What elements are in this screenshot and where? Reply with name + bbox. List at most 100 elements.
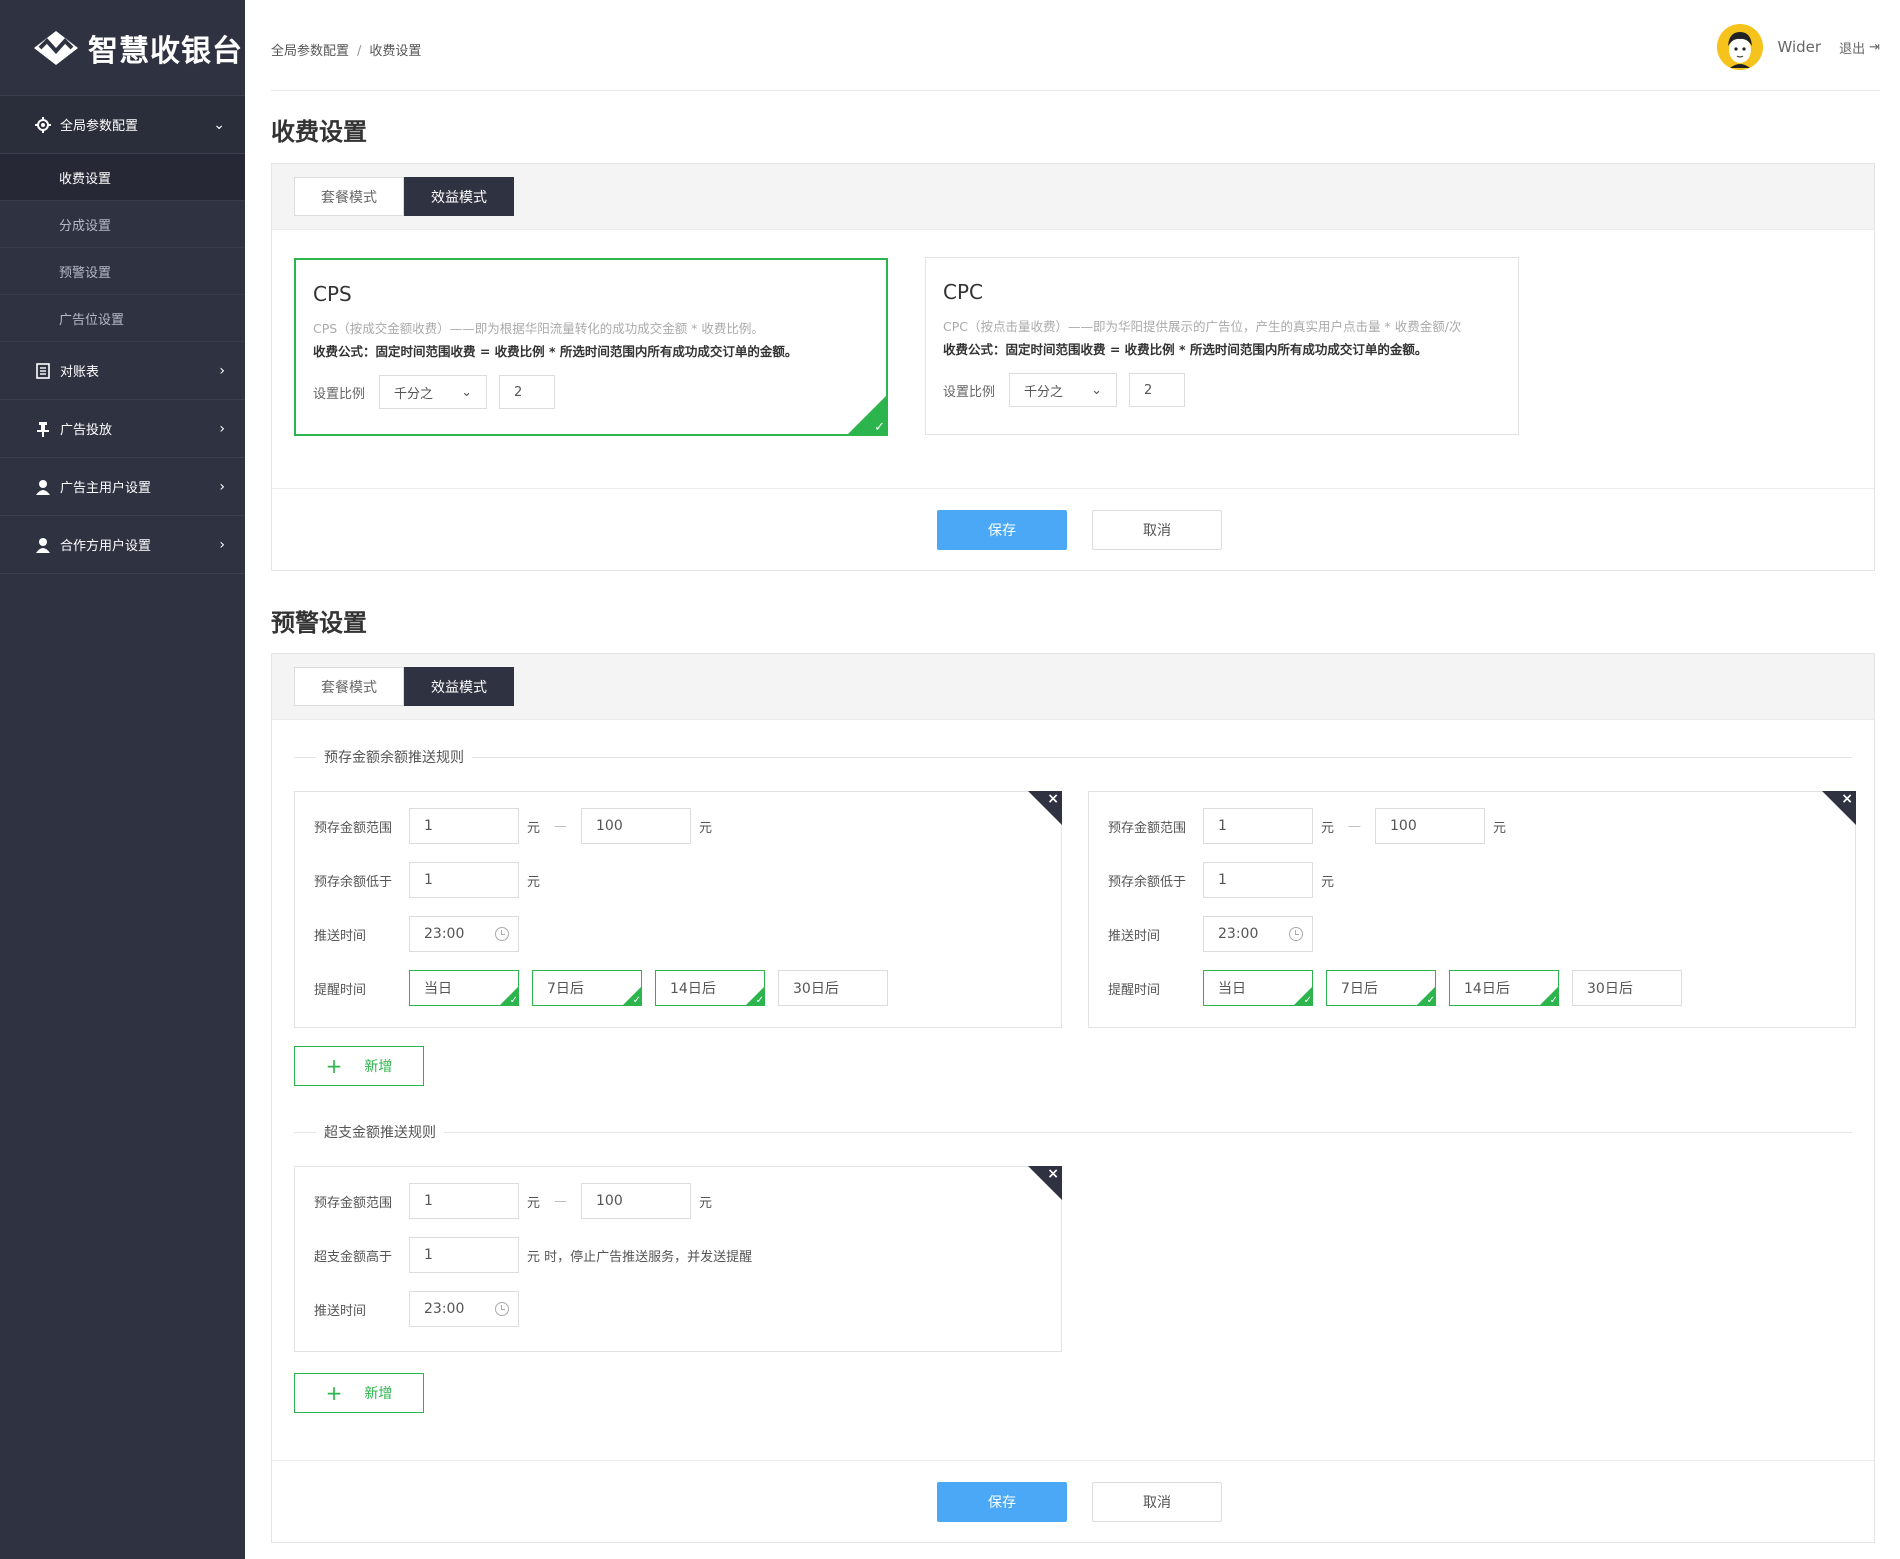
ratio-unit-value: 千分之 xyxy=(1024,384,1064,400)
billing-panel-header: 套餐模式 效益模式 xyxy=(272,164,1874,230)
range-dash: — xyxy=(554,1193,568,1209)
sidebar-group-label: 对账表 xyxy=(60,365,100,380)
ratio-unit-select[interactable]: 千分之 ⌄ xyxy=(1009,373,1118,407)
balance-below-input[interactable]: 1 xyxy=(409,862,519,898)
balance-rules-divider: 预存金额余额推送规则 xyxy=(294,747,1852,767)
sidebar-group-reconciliation[interactable]: 对账表 › xyxy=(0,342,245,400)
tab-package-mode[interactable]: 套餐模式 xyxy=(294,667,404,706)
tab-benefit-mode[interactable]: 效益模式 xyxy=(404,177,514,216)
unit-label: 元 xyxy=(527,1195,541,1211)
overdraft-above-input[interactable]: 1 xyxy=(409,1237,519,1273)
remind-option-14-days[interactable]: 14日后 ✓ xyxy=(1449,970,1559,1006)
sidebar-item-warning[interactable]: 预警设置 xyxy=(0,248,245,295)
billing-mode-tabs: 套餐模式 效益模式 xyxy=(294,177,514,216)
close-icon[interactable]: × xyxy=(1028,1166,1062,1200)
unit-label: 元 xyxy=(699,1195,713,1211)
push-time-row: 推送时间 23:00 xyxy=(314,916,519,952)
sidebar-item-ad-slot[interactable]: 广告位设置 xyxy=(0,295,245,342)
range-max-input[interactable]: 100 xyxy=(581,1183,692,1219)
remind-option-label: 7日后 xyxy=(1341,981,1378,997)
sidebar-item-billing[interactable]: 收费设置 xyxy=(0,154,245,201)
range-min-input[interactable]: 1 xyxy=(409,808,519,844)
remind-option-30-days[interactable]: 30日后 xyxy=(778,970,888,1006)
overdraft-rules-divider: 超支金额推送规则 xyxy=(294,1122,1852,1142)
push-time-row: 推送时间 23:00 xyxy=(314,1291,519,1327)
range-label: 预存金额范围 xyxy=(314,820,393,836)
chevron-right-icon: › xyxy=(219,420,225,437)
warning-panel-header: 套餐模式 效益模式 xyxy=(272,654,1874,720)
range-min-input[interactable]: 1 xyxy=(1203,808,1313,844)
ratio-value-input[interactable]: 2 xyxy=(1129,373,1186,407)
push-time-value: 23:00 xyxy=(1218,926,1259,942)
tab-package-mode[interactable]: 套餐模式 xyxy=(294,177,404,216)
remind-option-same-day[interactable]: 当日 ✓ xyxy=(409,970,519,1006)
range-row: 预存金额范围 1 元 — 100 元 xyxy=(314,808,712,844)
balance-below-row: 预存余额低于 1 元 xyxy=(314,862,540,898)
breadcrumb: 全局参数配置 / 收费设置 xyxy=(271,40,421,59)
push-time-input[interactable]: 23:00 xyxy=(409,916,519,952)
add-balance-rule-button[interactable]: + 新增 xyxy=(294,1046,424,1086)
breadcrumb-separator: / xyxy=(357,44,362,59)
push-time-label: 推送时间 xyxy=(314,1303,367,1319)
save-button[interactable]: 保存 xyxy=(937,510,1067,550)
overdraft-above-label: 超支金额高于 xyxy=(314,1249,393,1265)
balance-below-label: 预存余额低于 xyxy=(314,874,393,890)
clock-icon xyxy=(495,1302,509,1316)
card-description: CPS（按成交金额收费）——即为根据华阳流量转化的成功成交金额 * 收费比例。 xyxy=(313,321,764,336)
sidebar-group-global-config[interactable]: 全局参数配置 ⌄ xyxy=(0,96,245,154)
billing-section-title: 收费设置 xyxy=(271,118,367,146)
ratio-row: 设置比例 千分之 ⌄ 2 xyxy=(313,375,556,409)
add-label: 新增 xyxy=(364,1059,393,1075)
balance-below-input[interactable]: 1 xyxy=(1203,862,1313,898)
add-overdraft-rule-button[interactable]: + 新增 xyxy=(294,1373,424,1413)
ratio-value-input[interactable]: 2 xyxy=(499,375,556,409)
sidebar-group-ad-delivery[interactable]: 广告投放 › xyxy=(0,400,245,458)
remind-option-7-days[interactable]: 7日后 ✓ xyxy=(532,970,642,1006)
plus-icon: + xyxy=(325,1381,343,1405)
cpc-card[interactable]: CPC CPC（按点击量收费）——即为华阳提供展示的广告位，产生的真实用户点击量… xyxy=(925,257,1519,435)
check-icon: ✓ xyxy=(1539,986,1559,1006)
range-dash: — xyxy=(1348,818,1362,834)
remind-time-label: 提醒时间 xyxy=(314,982,367,998)
range-max-input[interactable]: 100 xyxy=(581,808,692,844)
balance-below-row: 预存余额低于 1 元 xyxy=(1108,862,1334,898)
remind-option-label: 30日后 xyxy=(793,981,839,997)
tab-benefit-mode[interactable]: 效益模式 xyxy=(404,667,514,706)
logo-text: 智慧收银台 xyxy=(88,33,243,69)
card-formula: 收费公式：固定时间范围收费 = 收费比例 * 所选时间范围内所有成功成交订单的金… xyxy=(313,344,798,359)
range-max-input[interactable]: 100 xyxy=(1375,808,1486,844)
sidebar: 智慧收银台 全局参数配置 ⌄ 收费设置 分成设置 预警设置 广告位设置 对账表 … xyxy=(0,0,245,1559)
close-icon[interactable]: × xyxy=(1028,791,1062,825)
remind-option-30-days[interactable]: 30日后 xyxy=(1572,970,1682,1006)
unit-label: 元 xyxy=(699,820,713,836)
range-min-input[interactable]: 1 xyxy=(409,1183,519,1219)
check-icon: ✓ xyxy=(622,986,642,1006)
app-logo[interactable]: 智慧收银台 xyxy=(0,0,245,96)
sidebar-group-partner-users[interactable]: 合作方用户设置 › xyxy=(0,516,245,574)
cancel-button[interactable]: 取消 xyxy=(1092,510,1222,550)
cancel-button[interactable]: 取消 xyxy=(1092,1482,1222,1522)
remind-option-14-days[interactable]: 14日后 ✓ xyxy=(655,970,765,1006)
overdraft-above-row: 超支金额高于 1 元 时，停止广告推送服务，并发送提醒 xyxy=(314,1237,752,1273)
push-time-value: 23:00 xyxy=(424,926,465,942)
overdraft-rules-title: 超支金额推送规则 xyxy=(316,1122,444,1142)
range-label: 预存金额范围 xyxy=(314,1195,393,1211)
remind-option-7-days[interactable]: 7日后 ✓ xyxy=(1326,970,1436,1006)
card-title: CPC xyxy=(943,280,983,304)
remind-option-same-day[interactable]: 当日 ✓ xyxy=(1203,970,1313,1006)
push-time-input[interactable]: 23:00 xyxy=(409,1291,519,1327)
remind-option-label: 14日后 xyxy=(670,981,716,997)
sidebar-item-commission[interactable]: 分成设置 xyxy=(0,201,245,248)
push-time-input[interactable]: 23:00 xyxy=(1203,916,1313,952)
sidebar-item-label: 分成设置 xyxy=(59,218,112,234)
sidebar-group-advertiser-users[interactable]: 广告主用户设置 › xyxy=(0,458,245,516)
save-button[interactable]: 保存 xyxy=(937,1482,1067,1522)
ratio-unit-select[interactable]: 千分之 ⌄ xyxy=(379,375,488,409)
cps-card[interactable]: CPS CPS（按成交金额收费）——即为根据华阳流量转化的成功成交金额 * 收费… xyxy=(294,258,888,436)
logout-button[interactable]: 退出 ⇥ xyxy=(1839,38,1880,57)
avatar[interactable] xyxy=(1717,24,1764,70)
close-icon[interactable]: × xyxy=(1822,791,1856,825)
warning-panel-footer: 保存 取消 xyxy=(272,1460,1874,1544)
breadcrumb-item[interactable]: 全局参数配置 xyxy=(271,44,349,59)
sidebar-group-label: 广告主用户设置 xyxy=(60,481,152,496)
